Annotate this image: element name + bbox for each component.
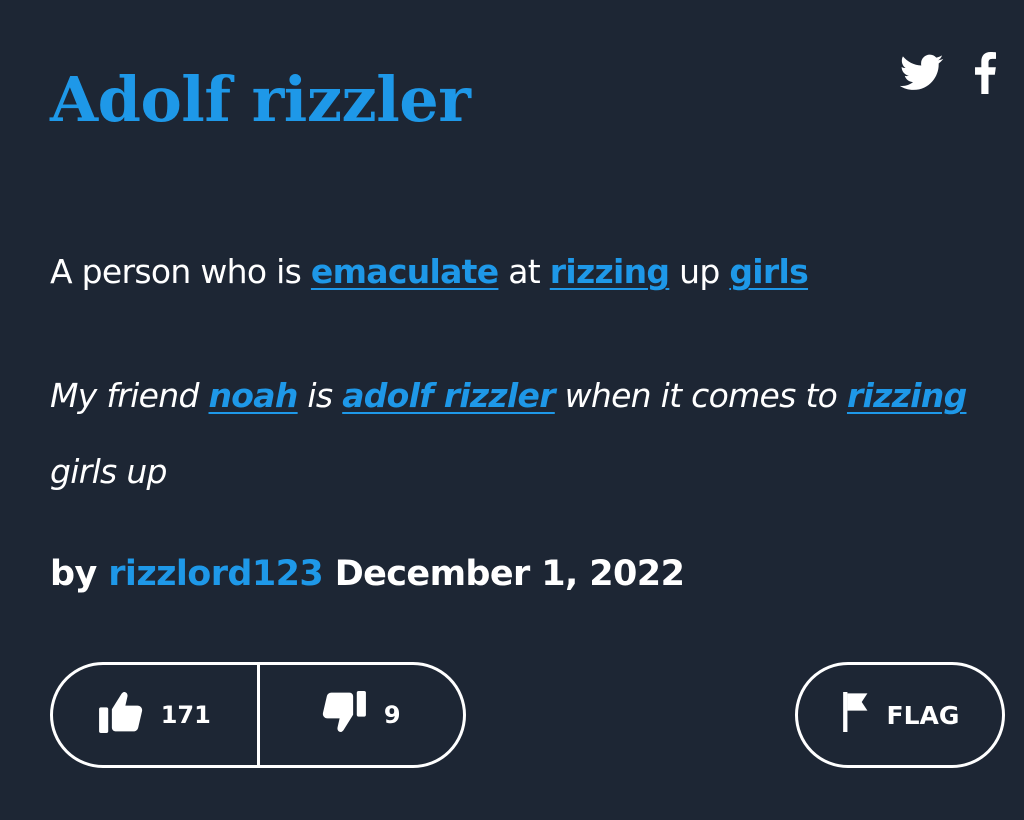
link-noah[interactable]: noah [209,376,299,415]
twitter-icon[interactable] [900,54,944,92]
byline-by: by [50,554,97,594]
definition-text: A person who is emaculate at rizzing up … [50,244,990,300]
downvote-count: 9 [383,701,401,729]
example-text: My friend noah is adolf rizzler when it … [50,358,1005,510]
definition-text-3: up [669,252,730,291]
link-emaculate[interactable]: emaculate [311,252,499,291]
definition-text-2: at [498,252,550,291]
vote-buttons: 171 9 [50,662,466,768]
example-text-2: is [297,376,343,415]
flag-icon [841,692,871,738]
entry-date: December 1, 2022 [334,554,685,594]
flag-button[interactable]: FLAG [795,662,1005,768]
facebook-icon[interactable] [974,52,996,94]
share-buttons [900,52,996,94]
flag-label: FLAG [886,700,960,730]
downvote-button[interactable]: 9 [260,665,464,765]
upvote-button[interactable]: 171 [53,665,257,765]
example-text-1: My friend [50,376,209,415]
example-text-3: when it comes to [554,376,847,415]
definition-card: Adolf rizzler A person who is emaculate … [0,0,1024,820]
link-girls[interactable]: girls [729,252,808,291]
thumbs-down-icon [322,691,366,739]
upvote-count: 171 [160,701,211,729]
link-rizzing[interactable]: rizzing [550,252,670,291]
link-adolf-rizzler[interactable]: adolf rizzler [342,376,555,415]
word-title[interactable]: Adolf rizzler [50,58,471,142]
byline: by rizzlord123 December 1, 2022 [50,546,685,602]
thumbs-up-icon [98,691,143,739]
example-text-4: girls up [50,452,167,491]
definition-text-1: A person who is [50,252,311,291]
link-rizzing-example[interactable]: rizzing [847,376,967,415]
author-link[interactable]: rizzlord123 [108,554,323,594]
